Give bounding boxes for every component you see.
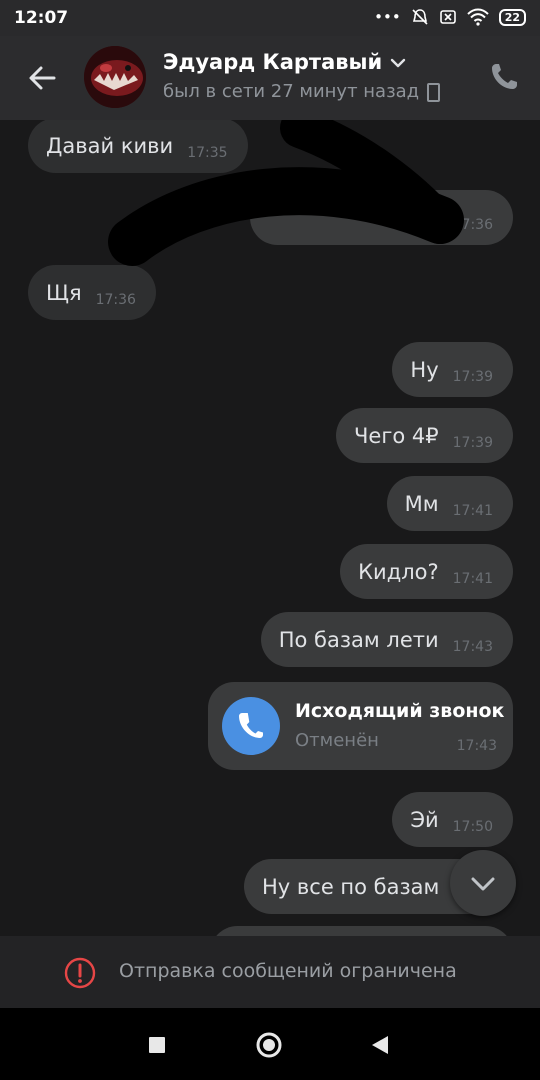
- contact-name-label: Эдуард Картавый: [163, 50, 383, 74]
- more-dots-icon: •••: [374, 8, 401, 26]
- message-time: 17:36: [452, 216, 493, 233]
- message-bubble[interactable]: По базам лети 17:43: [260, 612, 513, 667]
- scroll-down-button[interactable]: [450, 850, 516, 916]
- message-time: 17:50: [452, 818, 493, 835]
- message-time: 17:39: [452, 368, 493, 385]
- message-time: 17:35: [187, 144, 228, 161]
- phone-icon: [239, 713, 263, 738]
- sim-off-icon: [439, 10, 456, 24]
- avatar-image: [84, 46, 146, 108]
- presence-label: был в сети 27 минут назад: [163, 81, 420, 102]
- contact-name[interactable]: Эдуард Картавый: [163, 50, 406, 74]
- call-icon-circle: [222, 697, 280, 755]
- warning-icon: [64, 957, 96, 989]
- call-status: Отменён: [295, 730, 379, 751]
- message-text: Эй: [410, 807, 439, 832]
- message-text: Щя: [46, 280, 82, 305]
- call-message-card[interactable]: Исходящий звонок Отменён 17:43: [208, 682, 513, 770]
- message-text: Ну все по базам: [262, 874, 440, 899]
- messaging-restricted-bar: Отправка сообщений ограничена: [0, 936, 540, 1008]
- status-icons: ••• 22: [374, 8, 526, 26]
- chevron-down-icon: [391, 58, 406, 68]
- back-arrow-icon[interactable]: [20, 56, 64, 100]
- message-text: Кидло?: [358, 559, 439, 584]
- message-bubble[interactable]: Давай киви 17:35: [28, 120, 248, 173]
- muted-bell-icon: [412, 9, 428, 25]
- wifi-icon: [466, 8, 489, 26]
- message-bubble[interactable]: Щя 17:36: [28, 265, 156, 320]
- restriction-text: Отправка сообщений ограничена: [119, 960, 457, 982]
- chat-header: Эдуард Картавый был в сети 27 минут наза…: [0, 36, 540, 120]
- message-bubble[interactable]: Мм 17:41: [386, 476, 513, 531]
- status-bar: 12:07 ••• 22: [0, 0, 540, 36]
- message-bubble[interactable]: Эй 17:50: [392, 792, 513, 847]
- battery-indicator: 22: [498, 8, 526, 26]
- message-bubble[interactable]: Кидло? 17:41: [340, 544, 513, 599]
- mobile-device-icon: [427, 82, 441, 102]
- message-text: Мм: [404, 491, 439, 516]
- message-bubble-partial[interactable]: [210, 926, 513, 936]
- system-nav-bar: [0, 1008, 540, 1080]
- status-time: 12:07: [14, 8, 69, 28]
- message-bubble[interactable]: 17:36: [250, 190, 513, 245]
- avatar[interactable]: [84, 46, 146, 108]
- message-time: 17:41: [452, 570, 493, 587]
- message-bubble[interactable]: Чего 4₽ 17:39: [336, 408, 513, 463]
- phone-call-icon[interactable]: [488, 61, 520, 93]
- message-time: 17:41: [452, 502, 493, 519]
- message-time: 17:39: [452, 434, 493, 451]
- message-time: 17:36: [95, 291, 136, 308]
- message-text: Чего 4₽: [354, 423, 439, 448]
- call-title: Исходящий звонок: [295, 700, 505, 722]
- message-text: Ну: [410, 357, 439, 382]
- recents-square-icon[interactable]: [140, 1028, 174, 1062]
- home-circle-icon[interactable]: [252, 1028, 286, 1062]
- call-time: 17:43: [456, 738, 497, 754]
- back-triangle-icon[interactable]: [364, 1028, 398, 1062]
- message-time: 17:43: [452, 638, 493, 655]
- message-text: По базам лети: [278, 627, 439, 652]
- presence-status: был в сети 27 минут назад: [163, 81, 441, 102]
- chevron-down-icon: [471, 877, 495, 891]
- message-text: Давай киви: [46, 133, 174, 158]
- message-bubble[interactable]: Ну 17:39: [392, 342, 513, 397]
- message-list[interactable]: Давай киви 17:35 17:36 Щя 17:36 Ну 17:39…: [0, 120, 540, 936]
